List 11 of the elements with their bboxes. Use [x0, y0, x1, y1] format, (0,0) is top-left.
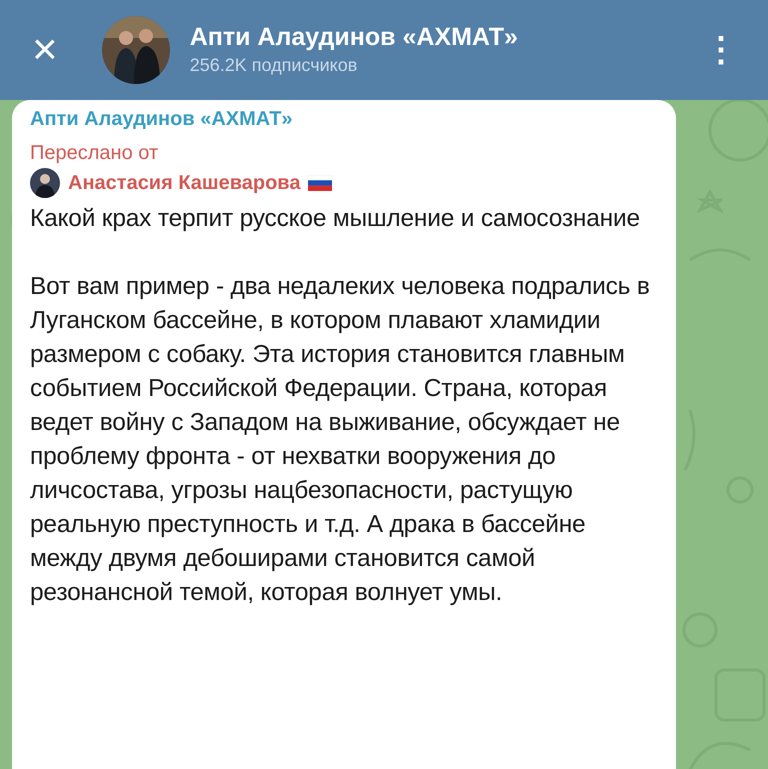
sender-name[interactable]: Анастасия Кашеварова [68, 168, 300, 198]
menu-button[interactable]: ⋮ [698, 24, 744, 76]
sender-avatar[interactable] [30, 168, 60, 198]
close-button[interactable]: × [22, 28, 68, 72]
message-paragraph: Какой крах терпит русское мышление и самосознание [30, 204, 641, 234]
channel-name[interactable]: Апти Алаудинов «АХМАТ» [30, 104, 658, 134]
subscriber-count: 256.2K подписчиков [190, 54, 358, 77]
message-paragraph: Вот вам пример - два недалеких человека подрались в Луганском бассейне, в котором плавают хламидии размером с собаку. Эта история становится главным событием Российской Федерации. Страна, которая ведет войну с Западом на выживание, обсуждает не проблему фронта - от нехватки вооружения до личсостава, угрозы нацбезопасности, растущую реальную преступность и т.д. А драка в бассейне между двумя дебоширами становится самой резонансной темой, которая волнует умы. [30, 272, 651, 608]
flag-icon [308, 175, 332, 191]
channel-title: Апти Алаудинов «АХМАТ» [190, 22, 519, 52]
forwarded-label: Переслано от [30, 141, 160, 166]
